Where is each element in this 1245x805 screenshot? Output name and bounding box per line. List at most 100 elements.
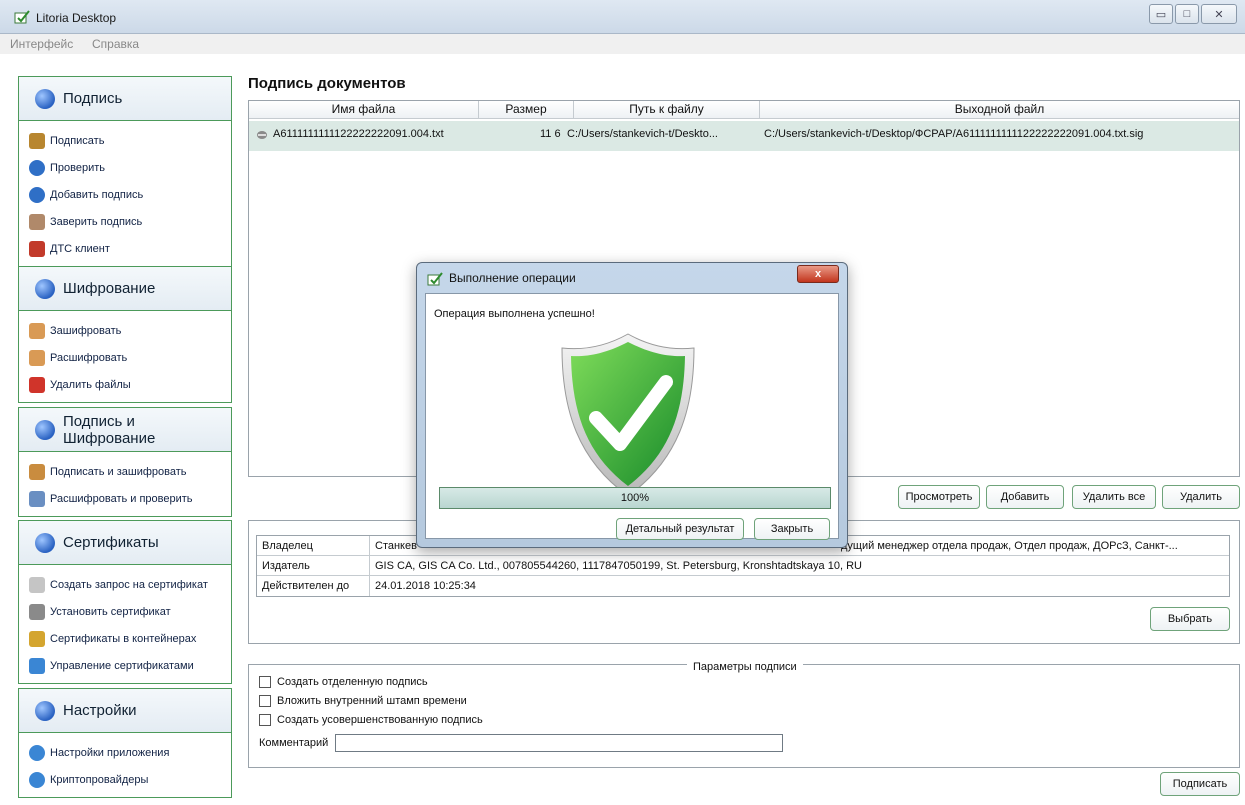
app-logo-icon [427, 272, 443, 286]
sidebar-item-decrypt[interactable]: Расшифровать [29, 344, 231, 371]
sidebar-item-sign-and-encrypt[interactable]: Подписать и зашифровать [29, 458, 231, 485]
sidebar-item-dts-client[interactable]: ДТС клиент [29, 235, 231, 262]
sidebar-item-label: Добавить подпись [50, 188, 144, 201]
dialog-title: Выполнение операции [449, 271, 576, 285]
sidebar-item-container-certificates[interactable]: Сертификаты в контейнерах [29, 625, 231, 652]
checkbox-label: Вложить внутренний штамп времени [277, 695, 467, 707]
close-window-button[interactable]: ✕ [1201, 4, 1237, 24]
certificate-request-icon [29, 576, 45, 593]
certify-signature-icon [29, 213, 45, 230]
valid-label: Действителен до [257, 576, 370, 596]
sidebar-item-crypto-providers[interactable]: Криптопровайдеры [29, 766, 231, 793]
sidebar-item-label: Сертификаты в контейнерах [50, 632, 197, 645]
dialog-body: Операция выполнена успешно! 100% Детальн… [425, 293, 839, 540]
certificates-icon [35, 532, 55, 553]
section-title: Сертификаты [63, 534, 159, 551]
sign-and-encrypt-icon [29, 463, 45, 480]
menu-bar: Интерфейс Справка [0, 34, 1245, 54]
column-header-output[interactable]: Выходной файл [760, 101, 1239, 119]
section-header-certificates[interactable]: Сертификаты [19, 521, 231, 565]
checkbox[interactable] [259, 695, 271, 707]
title-bar: Litoria Desktop ▭ □ ✕ [0, 0, 1245, 34]
sidebar-item-label: Создать запрос на сертификат [50, 578, 208, 591]
minimize-button[interactable]: ▭ [1149, 4, 1173, 24]
choose-certificate-button[interactable]: Выбрать [1150, 607, 1230, 631]
section-sign-encrypt: Подпись и Шифрование Подписать и зашифро… [18, 407, 232, 517]
sidebar-item-label: Заверить подпись [50, 215, 143, 228]
column-header-size[interactable]: Размер [479, 101, 574, 119]
maximize-button[interactable]: □ [1175, 4, 1199, 24]
sidebar-item-label: Зашифровать [50, 324, 122, 337]
sign-button[interactable]: Подписать [1160, 772, 1240, 796]
sidebar-item-add-signature[interactable]: Добавить подпись [29, 181, 231, 208]
section-header-sign-encrypt[interactable]: Подпись и Шифрование [19, 408, 231, 452]
app-settings-gear-icon [29, 744, 45, 761]
decrypt-and-verify-icon [29, 490, 45, 507]
section-title: Шифрование [63, 280, 156, 297]
sidebar-item-manage-certificates[interactable]: Управление сертификатами [29, 652, 231, 679]
checkbox[interactable] [259, 714, 271, 726]
menu-interface[interactable]: Интерфейс [10, 37, 73, 51]
comment-input[interactable] [335, 734, 783, 752]
success-message: Операция выполнена успешно! [434, 308, 595, 320]
encryption-shield-icon [35, 278, 55, 299]
manage-certificates-icon [29, 657, 45, 674]
delete-all-button[interactable]: Удалить все [1072, 485, 1156, 509]
success-shield-icon [561, 333, 695, 497]
owner-value-start: Станкев [375, 540, 417, 552]
section-title: Подпись [63, 90, 123, 107]
sidebar-item-verify[interactable]: Проверить [29, 154, 231, 181]
sidebar-item-delete-files[interactable]: Удалить файлы [29, 371, 231, 398]
column-header-path[interactable]: Путь к файлу [574, 101, 760, 119]
delete-button[interactable]: Удалить [1162, 485, 1240, 509]
section-header-signature[interactable]: Подпись [19, 77, 231, 121]
detailed-result-button[interactable]: Детальный результат [616, 518, 744, 540]
option-timestamp[interactable]: Вложить внутренний штамп времени [259, 695, 467, 707]
view-button[interactable]: Просмотреть [898, 485, 980, 509]
section-header-settings[interactable]: Настройки [19, 689, 231, 733]
sidebar-item-app-settings[interactable]: Настройки приложения [29, 739, 231, 766]
sidebar-item-label: Проверить [50, 161, 106, 174]
table-row[interactable]: A6111111111122222222091.004.txt 11 6 C:/… [249, 121, 1239, 151]
sidebar-item-label: Подписать [50, 134, 105, 147]
table-header: Имя файла Размер Путь к файлу Выходной ф… [249, 101, 1239, 119]
close-dialog-button[interactable]: Закрыть [754, 518, 830, 540]
document-icon [257, 131, 267, 139]
certificate-row-valid: Действителен до 24.01.2018 10:25:34 [257, 576, 1229, 596]
section-encryption: Шифрование Зашифровать Расшифровать Удал… [18, 266, 232, 403]
dialog-close-icon[interactable]: x [797, 265, 839, 283]
verify-icon [29, 159, 45, 176]
sidebar-item-decrypt-and-verify[interactable]: Расшифровать и проверить [29, 485, 231, 512]
sidebar-item-label: Расшифровать [50, 351, 128, 364]
sidebar-item-label: Установить сертификат [50, 605, 171, 618]
checkbox-label: Создать усовершенствованную подпись [277, 714, 483, 726]
sidebar-item-label: Расшифровать и проверить [50, 492, 193, 505]
checkbox[interactable] [259, 676, 271, 688]
container-certificates-icon [29, 630, 45, 647]
settings-icon [35, 700, 55, 721]
option-enhanced-signature[interactable]: Создать усовершенствованную подпись [259, 714, 483, 726]
menu-help[interactable]: Справка [92, 37, 139, 51]
crypto-providers-icon [29, 771, 45, 788]
sidebar-item-install-certificate[interactable]: Установить сертификат [29, 598, 231, 625]
sidebar-item-certificate-request[interactable]: Создать запрос на сертификат [29, 571, 231, 598]
window-controls: ▭ □ ✕ [1149, 4, 1237, 24]
add-button[interactable]: Добавить [986, 485, 1064, 509]
column-header-filename[interactable]: Имя файла [249, 101, 479, 119]
sidebar-item-label: Управление сертификатами [50, 659, 194, 672]
option-detached-signature[interactable]: Создать отделенную подпись [259, 676, 428, 688]
sidebar-item-label: Подписать и зашифровать [50, 465, 187, 478]
certificate-row-issuer: Издатель GIS CA, GIS CA Co. Ltd., 007805… [257, 556, 1229, 576]
sidebar-item-sign[interactable]: Подписать [29, 127, 231, 154]
owner-value-end: дущий менеджер отдела продаж, Отдел прод… [841, 540, 1178, 552]
params-legend: Параметры подписи [687, 661, 803, 673]
sidebar-item-encrypt[interactable]: Зашифровать [29, 317, 231, 344]
delete-files-icon [29, 376, 45, 393]
section-settings: Настройки Настройки приложения Криптопро… [18, 688, 232, 798]
issuer-label: Издатель [257, 556, 370, 576]
sidebar-item-label: Криптопровайдеры [50, 773, 149, 786]
progress-text: 100% [620, 492, 650, 504]
sidebar-item-certify-signature[interactable]: Заверить подпись [29, 208, 231, 235]
progress-bar: 100% [439, 487, 831, 509]
section-header-encryption[interactable]: Шифрование [19, 267, 231, 311]
